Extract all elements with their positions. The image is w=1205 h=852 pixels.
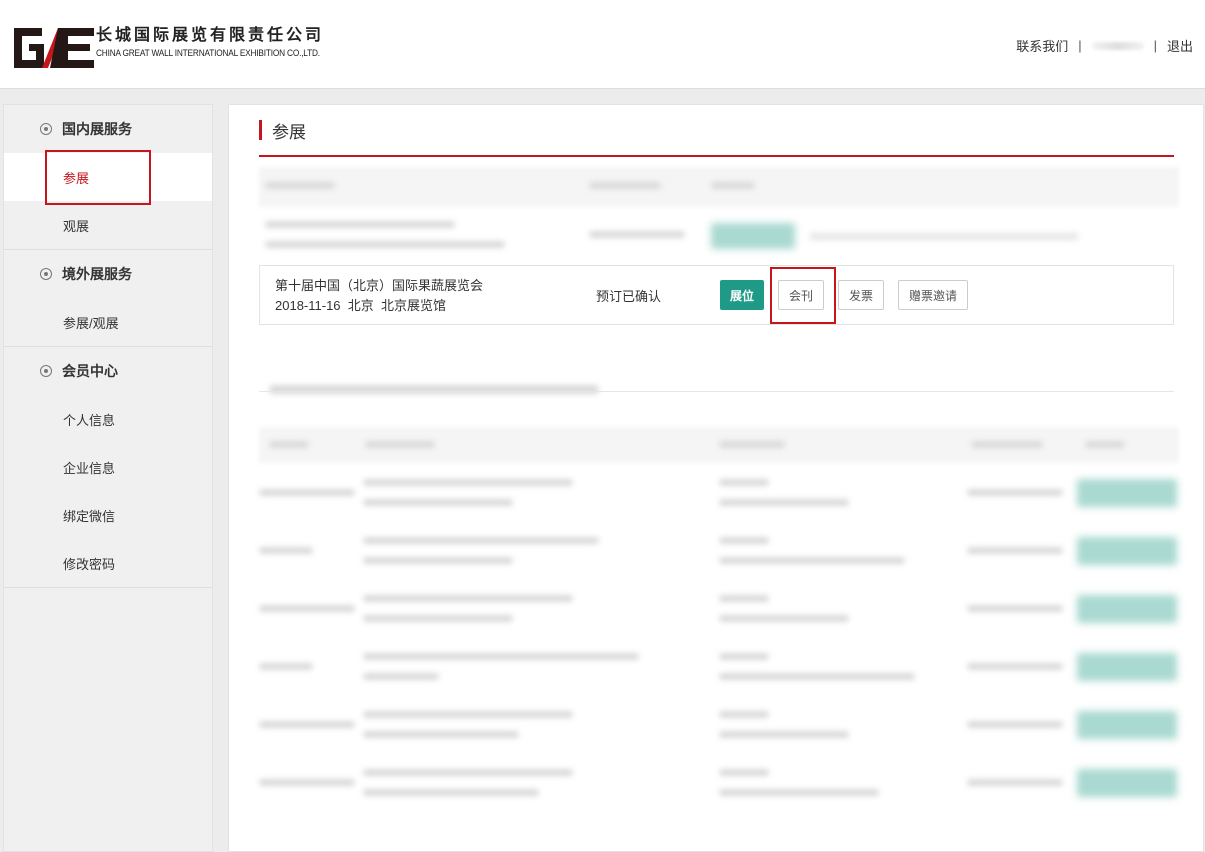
nav-separator: | bbox=[1078, 38, 1082, 53]
sidebar-group-domestic: 国内展服务 参展 观展 bbox=[4, 105, 212, 250]
exhibition-name: 第十届中国（北京）国际果蔬展览会 bbox=[275, 278, 484, 293]
booth-button[interactable]: 展位 bbox=[720, 280, 764, 310]
sidebar-item-overseas-exhibit[interactable]: 参展/观展 bbox=[4, 298, 212, 346]
company-logo[interactable]: 长城国际展览有限责任公司 CHINA GREAT WALL INTERNATIO… bbox=[14, 27, 339, 69]
title-accent-bar bbox=[259, 120, 262, 140]
blurred-divider bbox=[259, 391, 1174, 392]
sidebar-group-title: 境外展服务 bbox=[4, 250, 212, 298]
blurred-text bbox=[711, 182, 755, 189]
blurred-text bbox=[719, 441, 785, 448]
exhibition-row: 第十届中国（北京）国际果蔬展览会 2018-11-16 北京 北京展览馆 预订已… bbox=[259, 265, 1174, 325]
blurred-text bbox=[365, 441, 435, 448]
logo-cn-text: 长城国际展览有限责任公司 bbox=[96, 27, 325, 44]
blurred-text bbox=[269, 441, 309, 448]
blurred-text bbox=[1085, 441, 1125, 448]
title-divider bbox=[259, 155, 1174, 157]
blurred-button bbox=[711, 223, 795, 249]
invite-tickets-button[interactable]: 赠票邀请 bbox=[898, 280, 968, 310]
logo-en-text: CHINA GREAT WALL INTERNATIONAL EXHIBITIO… bbox=[96, 48, 320, 58]
sidebar-item-profile[interactable]: 个人信息 bbox=[4, 395, 212, 443]
sidebar-group-overseas: 境外展服务 参展/观展 bbox=[4, 250, 212, 347]
sidebar-group-member: 会员中心 个人信息 企业信息 绑定微信 修改密码 bbox=[4, 347, 212, 588]
blurred-text bbox=[269, 385, 599, 394]
header: 长城国际展览有限责任公司 CHINA GREAT WALL INTERNATIO… bbox=[0, 0, 1205, 89]
blurred-text bbox=[809, 233, 1079, 240]
sidebar-group-title: 国内展服务 bbox=[4, 105, 212, 153]
circle-dot-icon bbox=[40, 123, 52, 135]
top-nav: 联系我们 | | 退出 bbox=[1016, 36, 1193, 55]
circle-dot-icon bbox=[40, 268, 52, 280]
sidebar-item-company[interactable]: 企业信息 bbox=[4, 443, 212, 491]
blurred-text bbox=[971, 441, 1043, 448]
ge-logo-icon bbox=[14, 28, 94, 68]
blurred-text bbox=[589, 231, 685, 238]
logout-link[interactable]: 退出 bbox=[1167, 36, 1193, 55]
sidebar-group-title: 会员中心 bbox=[4, 347, 212, 395]
contact-us-link[interactable]: 联系我们 bbox=[1016, 36, 1068, 55]
catalog-button[interactable]: 会刊 bbox=[778, 280, 824, 310]
invoice-button[interactable]: 发票 bbox=[838, 280, 884, 310]
sidebar: 国内展服务 参展 观展 境外展服务 参展/观展 会员中心 个人信息 企业信息 绑… bbox=[3, 104, 213, 852]
username-link[interactable] bbox=[1091, 41, 1144, 50]
blurred-text bbox=[265, 221, 455, 228]
sidebar-item-password[interactable]: 修改密码 bbox=[4, 539, 212, 587]
exhibition-date-venue: 2018-11-16 北京 北京展览馆 bbox=[275, 298, 446, 313]
page-title: 参展 bbox=[259, 119, 306, 142]
sidebar-item-visit[interactable]: 观展 bbox=[4, 201, 212, 249]
sidebar-item-wechat[interactable]: 绑定微信 bbox=[4, 491, 212, 539]
blurred-text bbox=[265, 182, 335, 189]
blurred-text bbox=[589, 182, 661, 189]
booking-status: 预订已确认 bbox=[596, 289, 662, 304]
circle-dot-icon bbox=[40, 365, 52, 377]
sidebar-item-exhibit[interactable]: 参展 bbox=[4, 153, 212, 201]
blurred-text bbox=[265, 241, 505, 248]
main-panel: 参展 第十届中国（北京）国际果蔬展览会 2018-11-16 北京 北京展览馆 … bbox=[228, 104, 1204, 852]
nav-separator: | bbox=[1153, 38, 1157, 53]
